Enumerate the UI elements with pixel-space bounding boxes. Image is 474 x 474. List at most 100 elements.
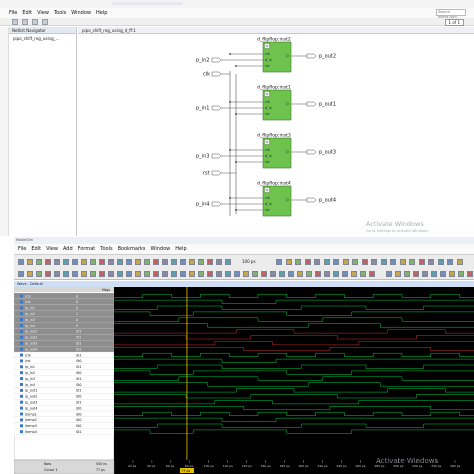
sim-toolbar-icon-12[interactable] bbox=[380, 259, 387, 265]
wave-toolbar-icon-27[interactable] bbox=[252, 271, 258, 277]
signal-row-p_out2[interactable]: /p_out2 St0 bbox=[14, 393, 115, 400]
toolbar-icon-18[interactable] bbox=[171, 259, 177, 265]
toolbar-icon-9[interactable] bbox=[90, 259, 96, 265]
sim-toolbar-icon-14[interactable] bbox=[399, 259, 406, 265]
zoom-toolbar-icon-9[interactable] bbox=[458, 271, 464, 277]
zoom-toolbar-icon-3[interactable] bbox=[404, 271, 410, 277]
zoom-toolbar-icon-5[interactable] bbox=[422, 271, 428, 277]
toolbar-icon-21[interactable] bbox=[198, 259, 204, 265]
wave-toolbar-icon-10[interactable] bbox=[99, 271, 105, 277]
find-icon[interactable] bbox=[42, 19, 48, 25]
menu-tools[interactable]: Tools bbox=[100, 246, 112, 252]
wave-toolbar-icon-30[interactable] bbox=[279, 271, 285, 277]
wave-toolbar-icon-5[interactable] bbox=[54, 271, 60, 277]
sim-toolbar-icon-17[interactable] bbox=[428, 259, 434, 265]
input-port-p_in1[interactable]: p_in1 bbox=[196, 106, 245, 112]
wave-toolbar-icon-16[interactable] bbox=[153, 271, 159, 277]
sim-toolbar-icon-10[interactable] bbox=[361, 259, 368, 265]
select-tool-icon[interactable] bbox=[12, 19, 18, 25]
nav-tree-item[interactable]: pipo_shift_reg_using_... bbox=[9, 36, 76, 41]
wave-toolbar-icon-24[interactable] bbox=[225, 271, 231, 277]
wave-toolbar-icon-34[interactable] bbox=[315, 271, 321, 277]
wave-toolbar-icon-20[interactable] bbox=[189, 271, 195, 277]
wave-toolbar-icon-33[interactable] bbox=[306, 271, 312, 277]
sim-toolbar-icon-5[interactable] bbox=[314, 259, 320, 265]
wave-toolbar-icon-25[interactable] bbox=[234, 271, 240, 277]
menu-edit[interactable]: Edit bbox=[22, 10, 32, 16]
menu-file[interactable]: File bbox=[18, 246, 26, 252]
flipflop-3[interactable]: d_flipflop:inst3clk d_inrst Qp_in3 p_out3 bbox=[196, 133, 336, 169]
toolbar-icon-16[interactable] bbox=[153, 259, 159, 265]
wave-toolbar-icon-38[interactable] bbox=[351, 271, 357, 277]
sim-toolbar-icon-4[interactable] bbox=[304, 259, 311, 265]
hand-tool-icon[interactable] bbox=[32, 19, 38, 25]
wave-toolbar-icon-8[interactable] bbox=[81, 271, 87, 277]
wave-toolbar-icon-26[interactable] bbox=[243, 271, 249, 277]
wave-toolbar-icon-28[interactable] bbox=[261, 271, 267, 277]
flipflop-1[interactable]: d_flipflop:inst2clk d_inrst Qp_in2 p_out2 bbox=[196, 37, 336, 73]
toolbar-icon-14[interactable] bbox=[135, 259, 141, 265]
sim-toolbar-icon-9[interactable] bbox=[352, 259, 358, 265]
sim-toolbar-icon-13[interactable] bbox=[390, 259, 396, 265]
menu-edit[interactable]: Edit bbox=[31, 246, 41, 252]
wave-toolbar-icon-6[interactable] bbox=[63, 271, 69, 277]
wave-toolbar-icon-11[interactable] bbox=[108, 271, 114, 277]
menu-help[interactable]: Help bbox=[175, 246, 186, 252]
wave-plot-area[interactable] bbox=[114, 287, 474, 460]
toolbar-icon-17[interactable] bbox=[162, 259, 168, 265]
cursor-label[interactable]: Cursor 1 bbox=[44, 468, 58, 472]
toolbar-icon-22[interactable] bbox=[207, 259, 213, 265]
signal-row-p_out4[interactable]: /p_out4 St1 bbox=[14, 345, 115, 353]
signal-row-p_out1[interactable]: /p_out1 St1 bbox=[14, 387, 115, 394]
zoom-toolbar-icon-6[interactable] bbox=[431, 271, 437, 277]
wave-toolbar-icon-12[interactable] bbox=[117, 271, 123, 277]
zoom-toolbar-icon-2[interactable] bbox=[395, 271, 401, 277]
signal-row-p_in3[interactable]: /p_in3 St1 bbox=[14, 375, 115, 382]
input-port-clk[interactable]: clk bbox=[203, 72, 230, 78]
output-port-p_out1[interactable]: p_out1 bbox=[291, 102, 336, 108]
wave-toolbar-icon-21[interactable] bbox=[198, 271, 204, 277]
zoom-tool-icon[interactable] bbox=[22, 19, 28, 25]
output-port-p_out4[interactable]: p_out4 bbox=[291, 198, 336, 204]
signal-row-p_out2[interactable]: /p_out2 St1 bbox=[14, 334, 115, 341]
wave-toolbar-icon-22[interactable] bbox=[207, 271, 213, 277]
menu-view[interactable]: View bbox=[37, 10, 49, 16]
toolbar-icon-13[interactable] bbox=[126, 259, 132, 265]
wave-toolbar-icon-39[interactable] bbox=[360, 271, 366, 277]
wave-toolbar-icon-2[interactable] bbox=[27, 271, 33, 277]
sim-toolbar-icon-16[interactable] bbox=[418, 259, 425, 265]
sim-toolbar-icon-3[interactable] bbox=[295, 259, 301, 265]
signal-row-temp1[interactable]: /temp1 St0 bbox=[14, 410, 115, 418]
zoom-toolbar-icon-1[interactable] bbox=[386, 271, 392, 277]
toolbar-icon-10[interactable] bbox=[99, 259, 105, 265]
sim-toolbar-icon-2[interactable] bbox=[285, 259, 292, 265]
wave-toolbar-icon-29[interactable] bbox=[270, 271, 276, 277]
signal-row-p_in2[interactable]: /p_in2 St0 bbox=[14, 369, 115, 376]
flipflop-2[interactable]: d_flipflop:inst1clk d_inrst Qp_in1 p_out1 bbox=[196, 85, 336, 121]
menu-view[interactable]: View bbox=[46, 246, 58, 252]
menu-file[interactable]: File bbox=[9, 10, 17, 16]
wave-toolbar-icon-23[interactable] bbox=[216, 271, 222, 277]
signal-row-temp3[interactable]: /temp3 St0 bbox=[14, 422, 115, 429]
zoom-toolbar-icon-4[interactable] bbox=[413, 271, 419, 277]
signal-row-p_in1[interactable]: /p_in1 St1 bbox=[14, 363, 115, 370]
wave-toolbar-icon-19[interactable] bbox=[180, 271, 186, 277]
toolbar-icon-23[interactable] bbox=[216, 259, 222, 265]
output-port-p_out2[interactable]: p_out2 bbox=[291, 54, 336, 60]
input-port-p_in4[interactable]: p_in4 bbox=[196, 202, 245, 208]
wave-toolbar-icon-7[interactable] bbox=[72, 271, 78, 277]
run-length-field[interactable]: 100 ps bbox=[242, 259, 256, 264]
toolbar-icon-7[interactable] bbox=[72, 259, 78, 265]
sim-toolbar-icon-6[interactable] bbox=[323, 259, 330, 265]
toolbar-icon-6[interactable] bbox=[63, 259, 69, 265]
sim-toolbar-icon-11[interactable] bbox=[371, 259, 377, 265]
wave-toolbar-icon-40[interactable] bbox=[369, 271, 375, 277]
sim-toolbar-icon-15[interactable] bbox=[409, 259, 415, 265]
sim-toolbar-icon-18[interactable] bbox=[437, 259, 444, 265]
toolbar-icon-3[interactable] bbox=[36, 259, 42, 265]
input-port-p_in2[interactable]: p_in2 bbox=[196, 58, 245, 64]
wave-toolbar-icon-36[interactable] bbox=[333, 271, 339, 277]
toolbar-icon-12[interactable] bbox=[117, 259, 123, 265]
toolbar-icon-2[interactable] bbox=[27, 259, 33, 265]
signal-row-rst[interactable]: /rst 0 bbox=[14, 298, 115, 305]
